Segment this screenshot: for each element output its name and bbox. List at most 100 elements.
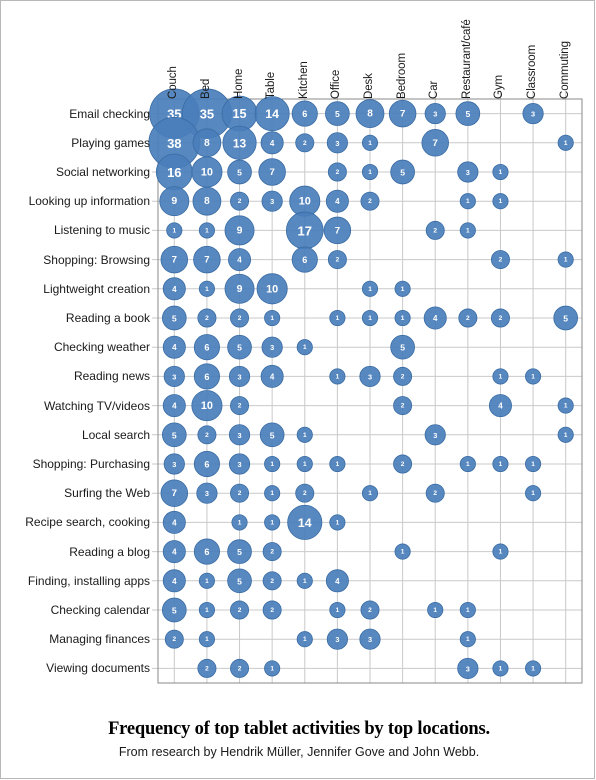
bubble xyxy=(155,153,193,191)
bubble xyxy=(490,308,510,328)
bubble xyxy=(262,600,282,620)
bubble xyxy=(329,368,346,385)
bubble xyxy=(361,163,379,181)
chart-subtitle: From research by Hendrik Müller, Jennife… xyxy=(118,745,480,759)
bubble xyxy=(361,280,379,297)
bubble xyxy=(327,162,347,182)
bubble xyxy=(163,453,185,475)
bubble xyxy=(198,222,215,239)
bubble xyxy=(360,600,380,620)
bubble xyxy=(393,396,413,416)
bubble xyxy=(458,308,478,328)
bubble xyxy=(162,540,186,564)
row-label: Social networking xyxy=(55,165,150,179)
bubble xyxy=(423,306,447,330)
bubble xyxy=(227,568,252,594)
bubble xyxy=(325,101,350,126)
bubble xyxy=(490,250,510,270)
bubble xyxy=(361,485,379,502)
column-header: Bed xyxy=(199,78,212,99)
bubble xyxy=(393,366,413,386)
row-label: Local search xyxy=(81,427,150,442)
bubble xyxy=(291,246,318,273)
row-label: Checking calendar xyxy=(50,603,150,617)
bubble xyxy=(295,133,315,153)
bubble xyxy=(196,482,218,504)
bubble xyxy=(388,99,417,128)
bubble xyxy=(230,308,250,328)
bubble xyxy=(198,601,215,619)
column-header: Home xyxy=(232,68,245,99)
row-label: Surfing the Web xyxy=(64,486,150,501)
bubble xyxy=(161,305,187,331)
caption-block: Frequency of top tablet activities by to… xyxy=(1,701,596,759)
column-header: Bedroom xyxy=(395,53,408,99)
bubble xyxy=(198,631,215,648)
bubble xyxy=(394,309,411,327)
bubble xyxy=(191,156,223,188)
bubble xyxy=(159,186,190,217)
column-header: Classroom xyxy=(526,44,539,99)
bubble xyxy=(254,96,290,132)
bubble xyxy=(160,479,189,507)
bubble xyxy=(224,273,255,304)
bubble xyxy=(492,543,509,560)
row-label: Viewing documents xyxy=(46,661,150,676)
bubble xyxy=(457,161,479,183)
bubble xyxy=(231,514,248,531)
bubble xyxy=(193,450,220,478)
bubble xyxy=(459,193,476,210)
bubble xyxy=(525,455,542,473)
bubble xyxy=(296,455,313,473)
bubble xyxy=(557,426,574,443)
bubble xyxy=(163,365,185,387)
bubble xyxy=(264,660,281,677)
bubble xyxy=(197,658,217,678)
row-label: Managing finances xyxy=(49,632,150,647)
column-header: Commuting xyxy=(558,41,571,99)
row-label: Checking weather xyxy=(53,340,150,355)
bubble xyxy=(296,426,313,443)
row-label: Shopping: Browsing xyxy=(43,252,150,267)
row-label: Reading a blog xyxy=(69,544,150,559)
bubble xyxy=(197,308,217,328)
bubble xyxy=(166,222,183,239)
row-label: Email checking xyxy=(69,106,150,121)
bubble xyxy=(161,422,187,448)
bubble xyxy=(325,569,349,593)
bubble xyxy=(230,483,250,503)
bubble xyxy=(162,335,186,359)
bubble xyxy=(329,601,346,619)
bubble xyxy=(191,390,223,422)
row-label: Shopping: Purchasing xyxy=(32,457,150,471)
bubble xyxy=(492,163,509,181)
bubble xyxy=(198,572,215,589)
bubble xyxy=(457,657,479,679)
bubble xyxy=(525,485,542,502)
row-label: Reading news xyxy=(73,369,150,384)
bubble xyxy=(492,193,509,210)
column-header: Office xyxy=(330,69,343,99)
bubble xyxy=(427,601,444,619)
bubble xyxy=(260,131,284,155)
row-label: Listening to music xyxy=(53,223,150,238)
bubble xyxy=(390,334,415,360)
bubble xyxy=(553,305,579,331)
bubble xyxy=(525,660,542,677)
bubble-layer: 35 35 15 14 6 5 8 7 3 5 338 8 13 4 2 3 1 7 116 10 5 7 2 1 5 3 19 8 2… xyxy=(148,88,579,679)
bubble xyxy=(230,658,250,678)
bubble xyxy=(285,211,324,250)
bubble xyxy=(260,364,284,388)
bubble xyxy=(394,280,411,297)
bubble xyxy=(329,514,346,531)
bubble xyxy=(296,572,313,589)
bubble xyxy=(323,216,352,245)
bubble xyxy=(193,245,221,274)
bubble xyxy=(359,365,381,387)
bubble xyxy=(390,159,415,185)
row-label: Recipe search, cooking xyxy=(25,515,150,530)
column-header: Kitchen xyxy=(297,61,310,99)
bubble xyxy=(161,597,187,623)
row-label: Watching TV/videos xyxy=(43,398,150,413)
bubble xyxy=(227,334,252,360)
